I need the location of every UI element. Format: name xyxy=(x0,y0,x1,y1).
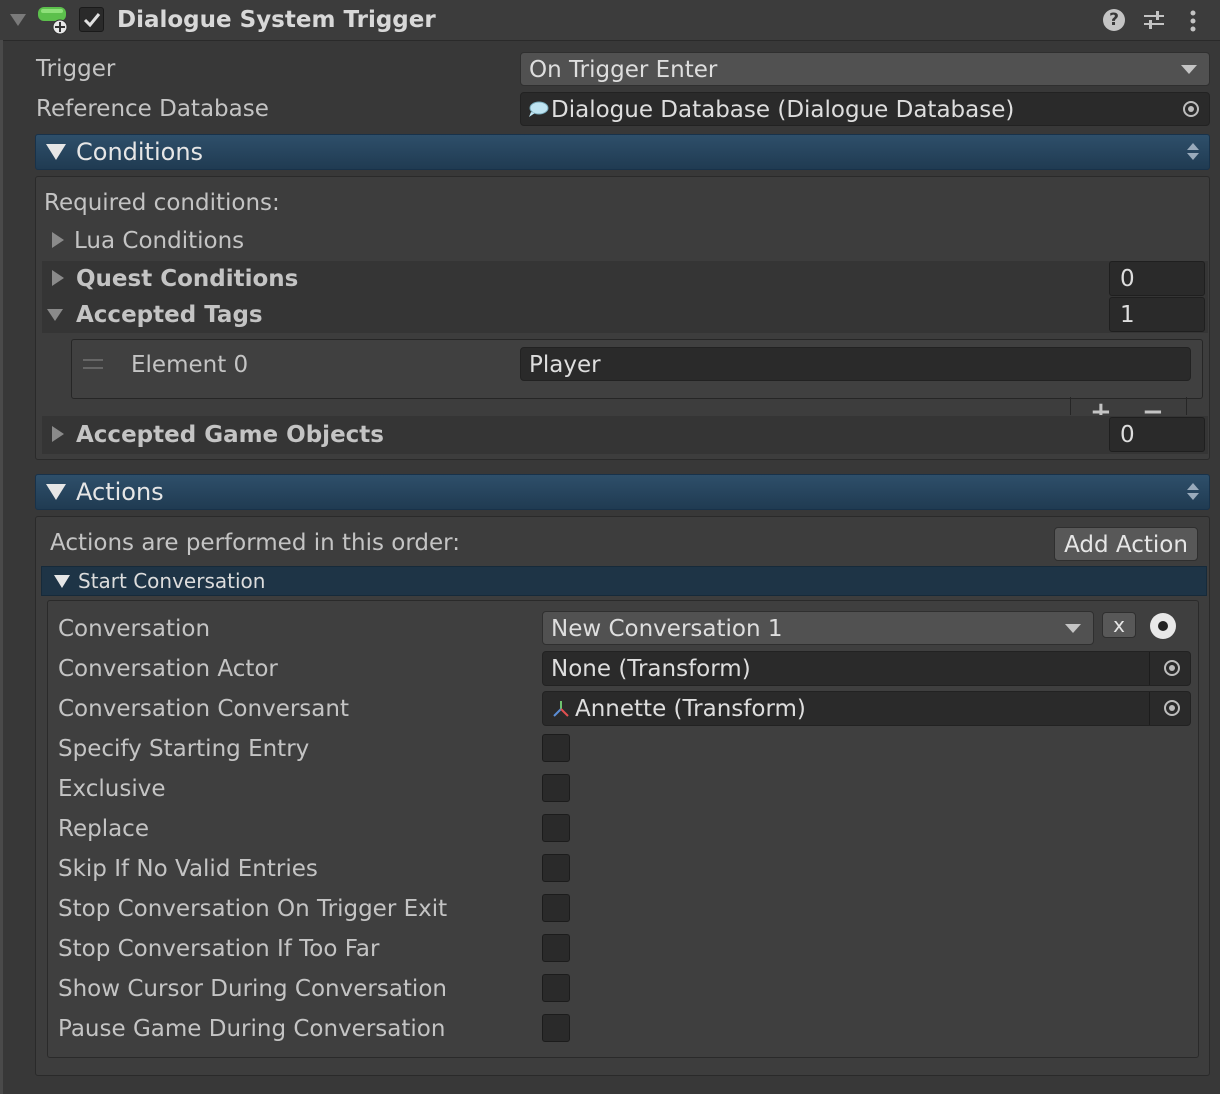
foldout-open-icon[interactable] xyxy=(47,309,63,321)
actions-title: Actions xyxy=(76,478,164,506)
trigger-dropdown[interactable]: On Trigger Enter xyxy=(520,52,1210,86)
help-icon[interactable]: ? xyxy=(1103,9,1125,31)
field-divider xyxy=(1149,692,1150,725)
start-conversation-header[interactable]: Start Conversation xyxy=(41,566,1207,596)
conditions-section-header[interactable]: Conditions xyxy=(35,134,1210,170)
toggle-label-exclusive: Exclusive xyxy=(58,776,166,802)
component-title: Dialogue System Trigger xyxy=(117,7,436,33)
checkmark-icon xyxy=(83,13,101,28)
foldout-closed-icon[interactable] xyxy=(52,426,64,442)
toggle-pause-game[interactable] xyxy=(542,1014,570,1042)
clear-conversation-button[interactable]: x xyxy=(1102,612,1136,638)
reorder-icon[interactable] xyxy=(1187,483,1199,501)
conversation-actor-value: None (Transform) xyxy=(551,656,751,682)
field-divider xyxy=(1149,652,1150,685)
toggle-label-specify-starting-entry: Specify Starting Entry xyxy=(58,736,310,762)
conversation-actor-label: Conversation Actor xyxy=(58,656,278,682)
toggle-label-show-cursor: Show Cursor During Conversation xyxy=(58,976,447,1002)
lua-conditions-label[interactable]: Lua Conditions xyxy=(74,227,244,255)
database-value: Dialogue Database (Dialogue Database) xyxy=(551,97,1015,123)
object-picker-icon[interactable] xyxy=(1164,700,1180,716)
foldout-open-icon xyxy=(54,575,70,588)
toggle-label-replace: Replace xyxy=(58,816,149,842)
actions-section-header[interactable]: Actions xyxy=(35,474,1210,510)
list-footer xyxy=(1070,397,1187,415)
object-picker-icon[interactable] xyxy=(1183,101,1199,117)
trigger-label: Trigger xyxy=(36,56,116,82)
conversation-value: New Conversation 1 xyxy=(551,616,783,642)
foldout-arrow-icon[interactable] xyxy=(10,14,26,26)
accepted-gameobjects-count[interactable]: 0 xyxy=(1109,417,1205,452)
accepted-tags-count[interactable]: 1 xyxy=(1109,297,1205,332)
toggle-replace[interactable] xyxy=(542,814,570,842)
toggle-label-skip-if-no-valid-entries: Skip If No Valid Entries xyxy=(58,856,318,882)
toggle-label-pause-game: Pause Game During Conversation xyxy=(58,1016,446,1042)
database-icon xyxy=(529,101,549,117)
more-menu-icon[interactable] xyxy=(1188,9,1198,33)
element0-label: Element 0 xyxy=(131,352,249,378)
toggle-label-stop-if-too-far: Stop Conversation If Too Far xyxy=(58,936,380,962)
add-action-button[interactable]: Add Action xyxy=(1054,527,1198,561)
add-element-button[interactable]: + xyxy=(1090,397,1112,415)
component-header: Dialogue System Trigger ? xyxy=(0,0,1220,41)
chevron-down-icon xyxy=(1181,65,1197,74)
actions-order-label: Actions are performed in this order: xyxy=(50,530,460,556)
object-picker-icon[interactable] xyxy=(1164,660,1180,676)
foldout-open-icon xyxy=(46,484,66,500)
quest-conditions-count[interactable]: 0 xyxy=(1109,261,1205,296)
required-conditions-label: Required conditions: xyxy=(44,190,280,216)
drag-handle-icon[interactable] xyxy=(83,359,103,369)
toggle-stop-if-too-far[interactable] xyxy=(542,934,570,962)
trigger-value: On Trigger Enter xyxy=(529,57,718,83)
picker-dot-icon xyxy=(1158,621,1168,631)
conversation-dropdown[interactable]: New Conversation 1 xyxy=(542,611,1094,645)
foldout-closed-icon[interactable] xyxy=(52,270,64,286)
script-icon xyxy=(37,5,69,35)
toggle-stop-on-trigger-exit[interactable] xyxy=(542,894,570,922)
chevron-down-icon xyxy=(1065,624,1081,633)
accepted-tags-label[interactable]: Accepted Tags xyxy=(76,301,263,329)
transform-icon xyxy=(553,701,569,717)
reorder-icon[interactable] xyxy=(1187,143,1199,161)
element0-input[interactable]: Player xyxy=(520,347,1191,381)
enabled-checkbox[interactable] xyxy=(79,7,104,32)
toggle-specify-starting-entry[interactable] xyxy=(542,734,570,762)
database-field[interactable]: Dialogue Database (Dialogue Database) xyxy=(520,92,1210,126)
conversation-conversant-field[interactable]: Annette (Transform) xyxy=(542,691,1191,726)
left-rail xyxy=(0,40,3,1094)
conversation-label: Conversation xyxy=(58,616,211,642)
conditions-title: Conditions xyxy=(76,138,204,166)
conversation-actor-field[interactable]: None (Transform) xyxy=(542,651,1191,686)
database-label: Reference Database xyxy=(36,96,269,122)
conversation-conversant-value: Annette (Transform) xyxy=(575,696,806,722)
conversation-conversant-label: Conversation Conversant xyxy=(58,696,349,722)
quest-conditions-label[interactable]: Quest Conditions xyxy=(76,265,298,293)
toggle-skip-if-no-valid-entries[interactable] xyxy=(542,854,570,882)
remove-element-button[interactable]: − xyxy=(1142,397,1164,415)
foldout-open-icon xyxy=(46,144,66,160)
presets-icon[interactable] xyxy=(1143,9,1165,31)
toggle-label-stop-on-trigger-exit: Stop Conversation On Trigger Exit xyxy=(58,896,448,922)
conversation-picker-icon[interactable] xyxy=(1150,613,1176,639)
foldout-closed-icon[interactable] xyxy=(52,232,64,248)
start-conversation-title: Start Conversation xyxy=(78,569,266,593)
toggle-show-cursor[interactable] xyxy=(542,974,570,1002)
accepted-gameobjects-label[interactable]: Accepted Game Objects xyxy=(76,421,384,449)
toggle-exclusive[interactable] xyxy=(542,774,570,802)
